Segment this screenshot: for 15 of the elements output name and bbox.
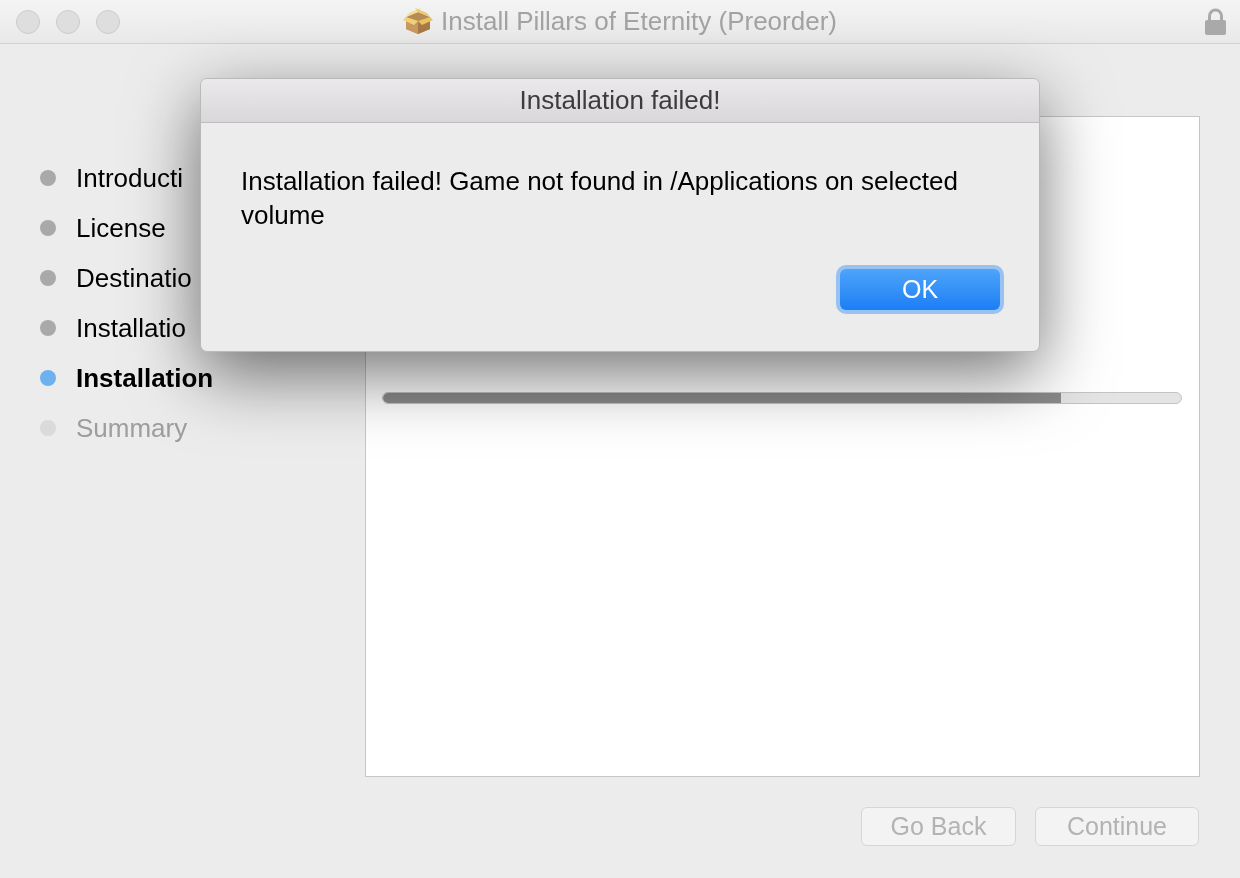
sidebar-step: Installation [76,358,214,398]
minimize-window-button[interactable] [56,9,80,34]
sidebar-step: Summary [76,408,188,448]
zoom-window-button[interactable] [96,9,120,34]
sidebar-step: Introducti [76,158,183,198]
sidebar-step: Destinatio [76,258,192,298]
sidebar-step: License [76,208,166,248]
package-box-icon [403,7,434,36]
lock-icon [1205,8,1226,35]
dialog-message: Installation failed! Game not found in /Applications on selected volume [241,165,959,232]
close-window-button[interactable] [16,9,40,34]
sidebar-step: Installatio [76,308,186,348]
window-title: Install Pillars of Eternity (Preorder) [441,5,837,38]
ok-button[interactable]: OK [836,265,1004,314]
dialog-title: Installation failed! [519,84,721,117]
